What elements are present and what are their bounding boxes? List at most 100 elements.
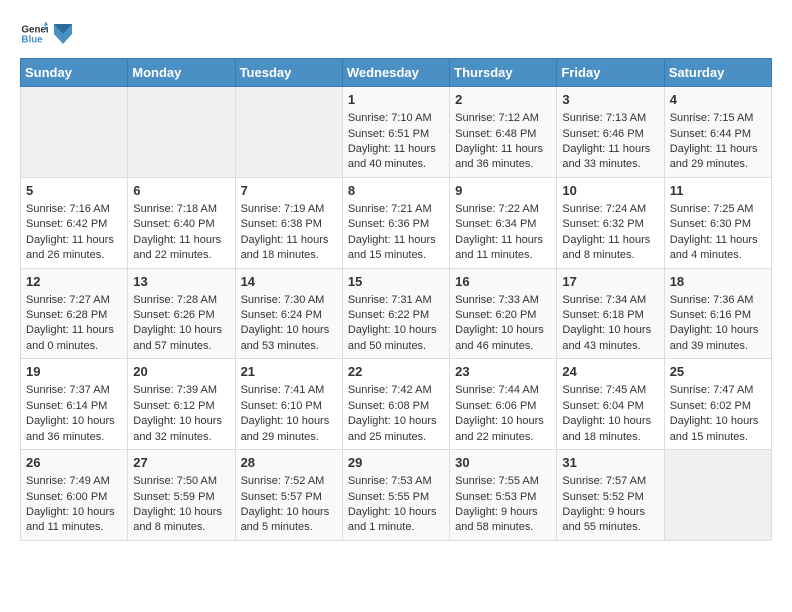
day-content: and 53 minutes. [241, 339, 337, 354]
day-content: Sunrise: 7:30 AM [241, 293, 337, 308]
day-content: and 1 minute. [348, 520, 444, 535]
day-number: 24 [562, 363, 658, 381]
day-content: Sunrise: 7:50 AM [133, 474, 229, 489]
day-content: Sunrise: 7:19 AM [241, 202, 337, 217]
day-content: Daylight: 10 hours [348, 505, 444, 520]
day-content: and 29 minutes. [241, 430, 337, 445]
calendar-cell: 31Sunrise: 7:57 AMSunset: 5:52 PMDayligh… [557, 450, 664, 541]
day-content: and 5 minutes. [241, 520, 337, 535]
day-content: Daylight: 10 hours [133, 323, 229, 338]
day-number: 8 [348, 182, 444, 200]
day-content: Daylight: 10 hours [133, 505, 229, 520]
header: General Blue [20, 20, 772, 48]
day-content: Sunset: 5:55 PM [348, 490, 444, 505]
day-content: Daylight: 11 hours [670, 142, 766, 157]
day-content: Sunset: 6:00 PM [26, 490, 122, 505]
day-content: Sunrise: 7:39 AM [133, 383, 229, 398]
day-content: Daylight: 10 hours [348, 414, 444, 429]
day-content: Sunrise: 7:52 AM [241, 474, 337, 489]
calendar-cell [664, 450, 771, 541]
calendar-cell: 19Sunrise: 7:37 AMSunset: 6:14 PMDayligh… [21, 359, 128, 450]
day-content: Daylight: 11 hours [348, 142, 444, 157]
day-content: Sunset: 6:20 PM [455, 308, 551, 323]
day-content: Daylight: 10 hours [241, 505, 337, 520]
day-content: Sunset: 6:24 PM [241, 308, 337, 323]
day-content: Daylight: 10 hours [348, 323, 444, 338]
day-content: Daylight: 11 hours [455, 142, 551, 157]
day-number: 26 [26, 454, 122, 472]
day-of-week-header: Monday [128, 59, 235, 87]
day-content: and 15 minutes. [348, 248, 444, 263]
calendar-header-row: SundayMondayTuesdayWednesdayThursdayFrid… [21, 59, 772, 87]
day-content: Sunrise: 7:31 AM [348, 293, 444, 308]
day-content: Sunrise: 7:49 AM [26, 474, 122, 489]
day-number: 12 [26, 273, 122, 291]
day-number: 14 [241, 273, 337, 291]
calendar-cell: 4Sunrise: 7:15 AMSunset: 6:44 PMDaylight… [664, 87, 771, 178]
logo-arrow-icon [54, 24, 72, 44]
day-content: Sunset: 6:18 PM [562, 308, 658, 323]
day-number: 22 [348, 363, 444, 381]
calendar-table: SundayMondayTuesdayWednesdayThursdayFrid… [20, 58, 772, 541]
calendar-cell: 27Sunrise: 7:50 AMSunset: 5:59 PMDayligh… [128, 450, 235, 541]
day-number: 4 [670, 91, 766, 109]
calendar-cell: 14Sunrise: 7:30 AMSunset: 6:24 PMDayligh… [235, 268, 342, 359]
day-content: and 18 minutes. [241, 248, 337, 263]
day-content: Sunset: 6:46 PM [562, 127, 658, 142]
day-content: and 50 minutes. [348, 339, 444, 354]
day-content: Daylight: 10 hours [562, 323, 658, 338]
day-content: Daylight: 11 hours [348, 233, 444, 248]
day-content: Sunrise: 7:41 AM [241, 383, 337, 398]
day-content: and 26 minutes. [26, 248, 122, 263]
day-content: and 22 minutes. [455, 430, 551, 445]
day-content: Sunrise: 7:47 AM [670, 383, 766, 398]
day-content: Sunset: 5:59 PM [133, 490, 229, 505]
calendar-cell: 26Sunrise: 7:49 AMSunset: 6:00 PMDayligh… [21, 450, 128, 541]
day-number: 17 [562, 273, 658, 291]
day-content: Daylight: 10 hours [241, 414, 337, 429]
day-content: and 8 minutes. [133, 520, 229, 535]
calendar-cell [21, 87, 128, 178]
day-number: 16 [455, 273, 551, 291]
day-content: Daylight: 11 hours [562, 233, 658, 248]
day-content: and 43 minutes. [562, 339, 658, 354]
day-content: Sunrise: 7:45 AM [562, 383, 658, 398]
day-content: Sunrise: 7:27 AM [26, 293, 122, 308]
day-content: and 36 minutes. [26, 430, 122, 445]
day-content: Sunrise: 7:37 AM [26, 383, 122, 398]
day-number: 30 [455, 454, 551, 472]
day-content: Sunrise: 7:33 AM [455, 293, 551, 308]
calendar-cell: 2Sunrise: 7:12 AMSunset: 6:48 PMDaylight… [450, 87, 557, 178]
day-content: and 18 minutes. [562, 430, 658, 445]
day-number: 25 [670, 363, 766, 381]
day-content: Sunset: 5:53 PM [455, 490, 551, 505]
day-content: and 39 minutes. [670, 339, 766, 354]
day-content: Sunrise: 7:15 AM [670, 111, 766, 126]
day-content: Sunset: 6:40 PM [133, 217, 229, 232]
day-content: Sunrise: 7:10 AM [348, 111, 444, 126]
day-number: 31 [562, 454, 658, 472]
day-content: Sunset: 6:10 PM [241, 399, 337, 414]
day-content: and 29 minutes. [670, 157, 766, 172]
day-number: 9 [455, 182, 551, 200]
calendar-cell: 15Sunrise: 7:31 AMSunset: 6:22 PMDayligh… [342, 268, 449, 359]
calendar-cell: 24Sunrise: 7:45 AMSunset: 6:04 PMDayligh… [557, 359, 664, 450]
day-content: Daylight: 10 hours [455, 414, 551, 429]
day-content: Sunrise: 7:28 AM [133, 293, 229, 308]
day-content: Daylight: 11 hours [26, 323, 122, 338]
day-content: and 4 minutes. [670, 248, 766, 263]
day-number: 23 [455, 363, 551, 381]
day-content: and 46 minutes. [455, 339, 551, 354]
calendar-cell: 17Sunrise: 7:34 AMSunset: 6:18 PMDayligh… [557, 268, 664, 359]
day-content: Sunrise: 7:42 AM [348, 383, 444, 398]
calendar-body: 1Sunrise: 7:10 AMSunset: 6:51 PMDaylight… [21, 87, 772, 541]
day-number: 29 [348, 454, 444, 472]
day-number: 13 [133, 273, 229, 291]
day-content: Daylight: 10 hours [670, 323, 766, 338]
calendar-cell [235, 87, 342, 178]
day-content: Daylight: 11 hours [241, 233, 337, 248]
day-number: 21 [241, 363, 337, 381]
day-content: Daylight: 11 hours [455, 233, 551, 248]
day-content: Sunset: 5:52 PM [562, 490, 658, 505]
day-content: Sunrise: 7:22 AM [455, 202, 551, 217]
